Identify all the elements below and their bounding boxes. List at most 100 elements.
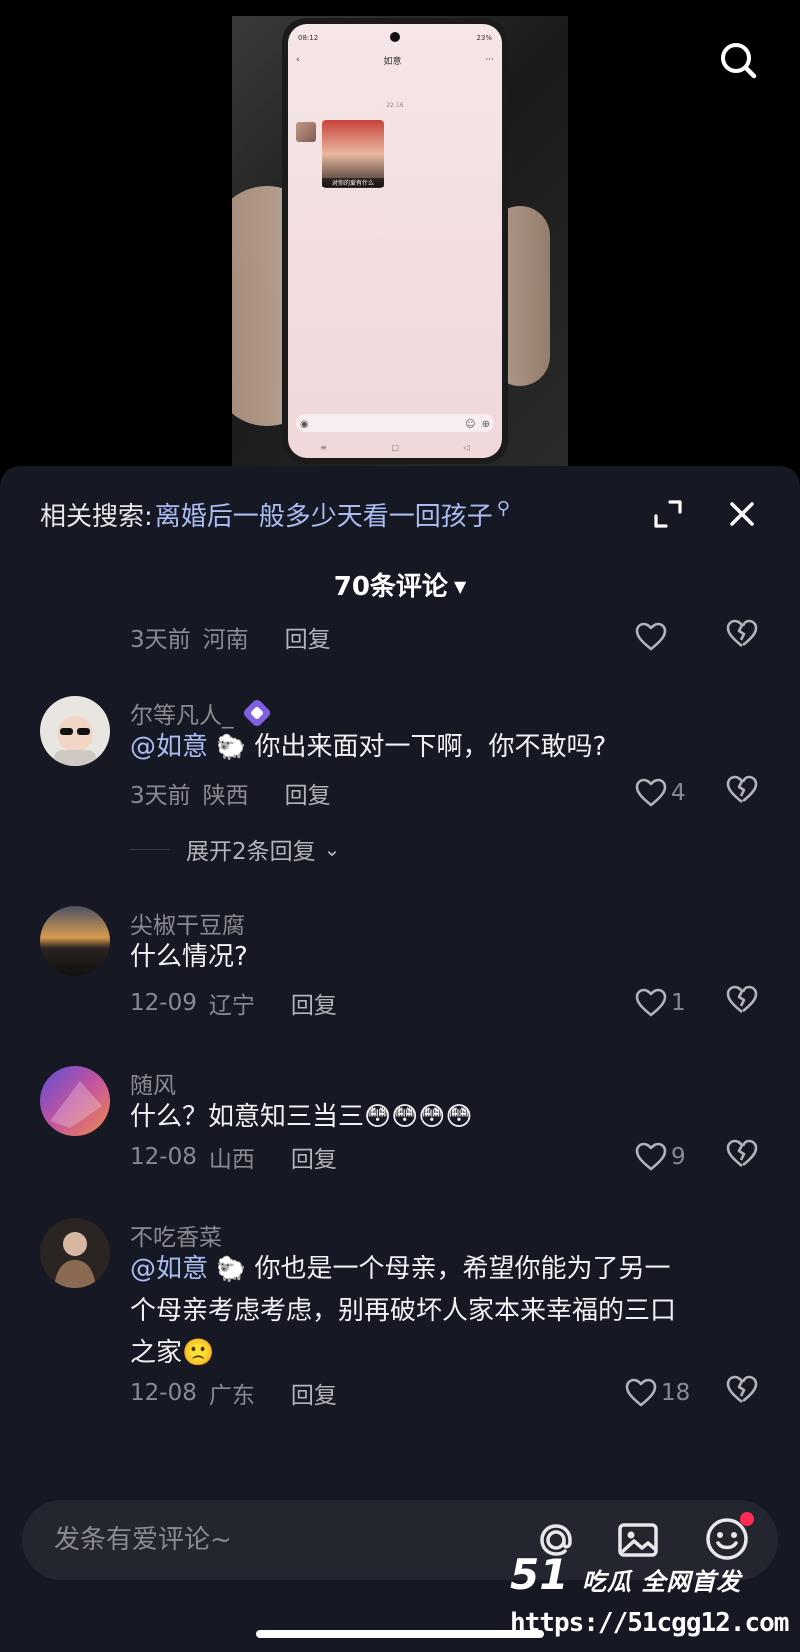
comment-date: 12-08: [130, 1380, 197, 1406]
search-icon[interactable]: [718, 40, 758, 80]
comment-username[interactable]: 尔等凡人_: [130, 696, 234, 730]
dislike-button[interactable]: [726, 1375, 758, 1411]
avatar-image: [40, 906, 110, 976]
reply-button[interactable]: 回复: [285, 776, 331, 810]
reply-button[interactable]: 回复: [285, 620, 331, 654]
comment-meta: 3天前 陕西 回复 4: [130, 775, 760, 811]
comment-username[interactable]: 尖椒干豆腐: [130, 906, 245, 940]
like-button[interactable]: 9: [635, 1142, 686, 1172]
notification-dot: [740, 1512, 754, 1526]
like-button[interactable]: 4: [635, 778, 686, 808]
related-search-query[interactable]: 离婚后一般多少天看一回孩子: [155, 496, 493, 533]
phone-voice-icon: ◉: [300, 419, 309, 430]
close-icon[interactable]: [724, 496, 760, 532]
comment-region: 广东: [208, 1383, 255, 1409]
chevron-down-icon: ⌄: [323, 837, 341, 861]
divider: [130, 848, 170, 850]
expand-replies-button[interactable]: 展开2条回复 ⌄: [130, 832, 340, 866]
like-button[interactable]: 1: [635, 988, 686, 1018]
phone-camera: [390, 32, 400, 42]
heart-icon: [635, 1142, 667, 1171]
comment-region: 辽宁: [208, 993, 255, 1019]
comment-count: 70条评论: [333, 572, 448, 602]
heart-icon: [635, 622, 667, 651]
avatar-image: [40, 1218, 110, 1288]
fan-badge-icon: [241, 697, 272, 729]
like-count: 4: [671, 780, 686, 806]
phone-sticker-caption: 对你的爱有什么: [322, 178, 384, 187]
comment-body: 你也是一个母亲，希望你能为了另一: [254, 1254, 671, 1284]
like-button[interactable]: [635, 622, 667, 652]
watermark-number: 51: [510, 1550, 569, 1599]
video-frame[interactable]: 08:12 23% ‹ 如意 ··· 22:16 对你的爱有什么 ◉ ☺ ⊕ ≡ □…: [232, 16, 568, 468]
small-search-icon: ⚲: [496, 498, 510, 519]
broken-heart-icon: [726, 1139, 758, 1168]
dislike-button[interactable]: [726, 1139, 758, 1175]
phone-chat-title: 如意: [383, 56, 402, 67]
reply-button[interactable]: 回复: [291, 1376, 337, 1410]
phone-battery: 23%: [476, 34, 492, 42]
comment-text: 什么？如意知三当三😳😳😳😳: [130, 1096, 760, 1138]
comment-body: 你出来面对一下啊，你不敢吗?: [254, 732, 607, 762]
avatar-image: [40, 696, 110, 766]
avatar[interactable]: [40, 1066, 110, 1136]
comment-count-toggle[interactable]: 70条评论 ▼: [0, 566, 800, 603]
related-search[interactable]: 相关搜索: 离婚后一般多少天看一回孩子 ⚲: [40, 496, 510, 533]
comment-text: 什么情况?: [130, 936, 760, 978]
phone-more-icon: ···: [485, 55, 494, 65]
comment-region: 陕西: [202, 783, 249, 809]
comment-username[interactable]: 随风: [130, 1066, 176, 1100]
like-count: 1: [671, 990, 686, 1016]
avatar[interactable]: [40, 906, 110, 976]
phone-chat-timestamp: 22:16: [386, 102, 404, 109]
phone-emoji-icon: ☺: [465, 419, 476, 430]
comment-region: 山西: [208, 1147, 255, 1173]
comment-meta: 12-09 辽宁 回复 1: [130, 985, 760, 1021]
comment-username[interactable]: 不吃香菜: [130, 1218, 222, 1252]
phone-chat-header: ‹ 如意 ···: [296, 52, 494, 68]
comment-date: 12-08: [130, 1144, 197, 1170]
comment-username-row: 尖椒干豆腐: [130, 906, 245, 940]
mention-link[interactable]: @如意: [130, 732, 208, 762]
mention-link[interactable]: @如意: [130, 1254, 208, 1284]
comment-date: 3天前: [130, 783, 191, 809]
like-button[interactable]: 18: [625, 1378, 690, 1408]
dislike-button[interactable]: [726, 619, 758, 655]
comment-text: @如意 🐑 你也是一个母亲，希望你能为了另一 个母亲考虑考虑，别再破坏人家本来幸…: [130, 1248, 760, 1374]
phone-status-time: 08:12: [298, 34, 319, 42]
sheep-emoji-icon: 🐑: [216, 733, 247, 761]
comment-line: @如意 🐑 你也是一个母亲，希望你能为了另一: [130, 1248, 760, 1290]
comment-date: 3天前: [130, 627, 191, 653]
expand-icon[interactable]: [650, 496, 686, 532]
dislike-button[interactable]: [726, 985, 758, 1021]
reply-button[interactable]: 回复: [291, 1140, 337, 1174]
comment-line: 之家🙁: [130, 1338, 215, 1368]
comment-meta: 12-08 广东 回复 18: [130, 1375, 760, 1411]
comment-sheet: 相关搜索: 离婚后一般多少天看一回孩子 ⚲ 70条评论 ▼ 3天前 河南 回复: [0, 466, 800, 1652]
video-area[interactable]: 08:12 23% ‹ 如意 ··· 22:16 对你的爱有什么 ◉ ☺ ⊕ ≡ □…: [0, 0, 800, 468]
phone-plus-icon: ⊕: [481, 419, 490, 430]
broken-heart-icon: [726, 775, 758, 804]
broken-heart-icon: [726, 985, 758, 1014]
avatar[interactable]: [40, 696, 110, 766]
like-count: 18: [661, 1380, 691, 1406]
caret-down-icon: ▼: [453, 577, 467, 596]
reply-button[interactable]: 回复: [291, 986, 337, 1020]
heart-icon: [625, 1378, 657, 1407]
comment-username-row: 尔等凡人_: [130, 696, 272, 730]
expand-replies-label: 展开2条回复: [186, 839, 316, 865]
comment-input[interactable]: 发条有爱评论~: [54, 1500, 232, 1580]
dislike-button[interactable]: [726, 775, 758, 811]
comment-meta: 12-08 山西 回复 9: [130, 1139, 760, 1175]
comment-body: 什么？如意知三当三😳😳😳😳: [130, 1102, 473, 1132]
home-indicator: [256, 1630, 544, 1638]
comment-text: @如意 🐑 你出来面对一下啊，你不敢吗?: [130, 726, 760, 768]
comment-username-row: 随风: [130, 1066, 176, 1100]
image-icon[interactable]: [614, 1516, 662, 1564]
phone-chat-avatar: [296, 122, 316, 142]
phone-photo: 08:12 23% ‹ 如意 ··· 22:16 对你的爱有什么 ◉ ☺ ⊕ ≡ □…: [282, 18, 508, 464]
broken-heart-icon: [726, 619, 758, 648]
avatar[interactable]: [40, 1218, 110, 1288]
watermark-brand: 吃瓜 全网首发: [582, 1568, 742, 1596]
heart-icon: [635, 988, 667, 1017]
